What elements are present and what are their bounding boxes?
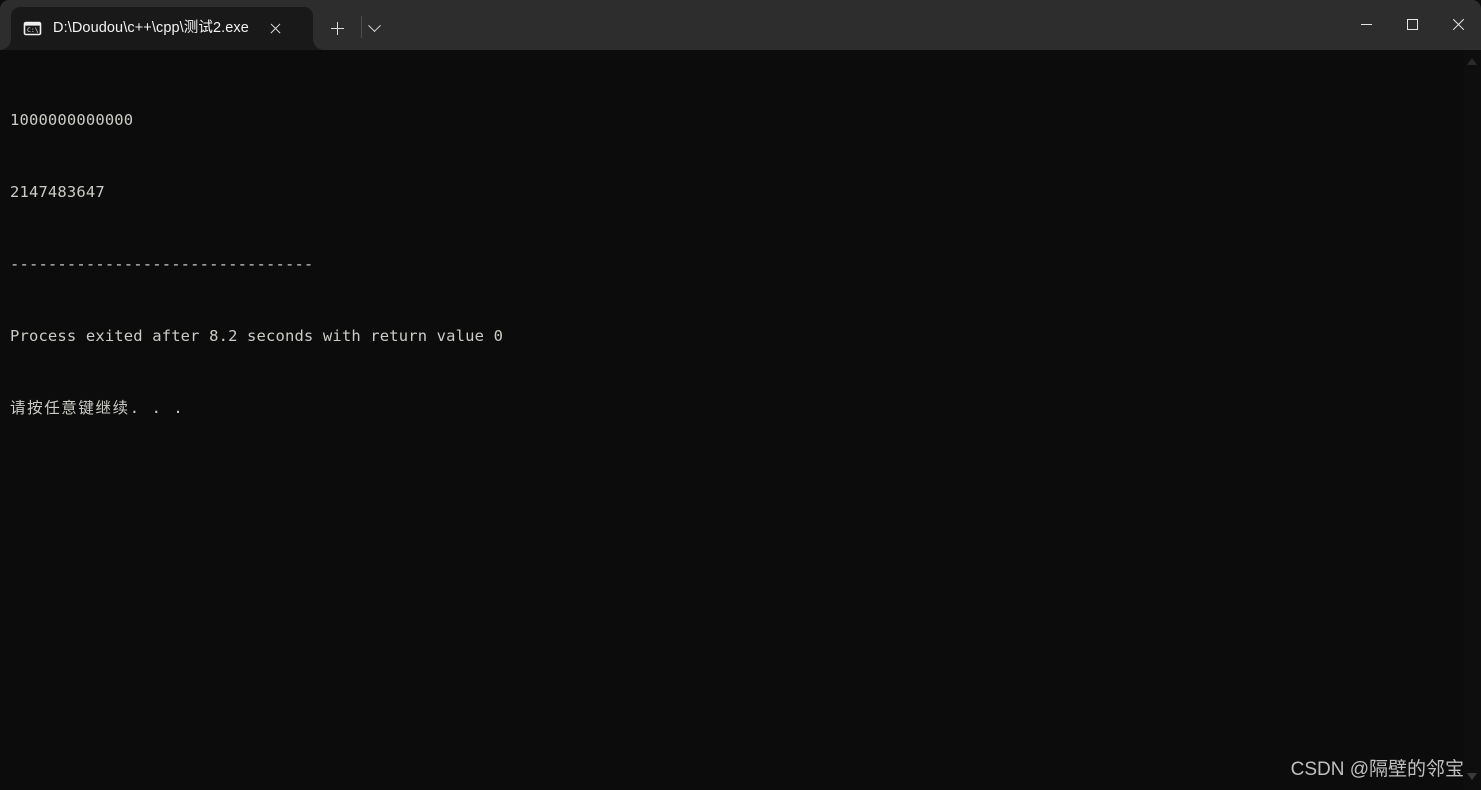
tab-title: D:\Doudou\c++\cpp\测试2.exe xyxy=(53,20,249,36)
tab-active-console[interactable]: C:\ D:\Doudou\c++\cpp\测试2.exe xyxy=(11,7,313,50)
console-line: 2147483647 xyxy=(10,183,105,201)
tab-list-dropdown-button[interactable] xyxy=(360,14,388,42)
svg-text:C:\: C:\ xyxy=(27,26,39,34)
plus-icon xyxy=(330,21,344,35)
minimize-button[interactable] xyxy=(1343,0,1389,48)
close-icon xyxy=(1452,18,1465,31)
console-output-area[interactable]: 1000000000000 2147483647 ---------------… xyxy=(0,50,1481,790)
watermark: CSDN @隔壁的邻宝 xyxy=(1290,759,1464,780)
close-icon xyxy=(270,23,281,34)
console-press-any-key-prompt: 请按任意键继续. . . xyxy=(10,399,185,417)
console-scrollbar[interactable] xyxy=(1464,50,1481,790)
console-line: 1000000000000 xyxy=(10,111,134,129)
console-exit-message: Process exited after 8.2 seconds with re… xyxy=(10,327,504,345)
title-bar[interactable]: C:\ D:\Doudou\c++\cpp\测试2.exe xyxy=(0,0,1481,50)
console-text-block: 1000000000000 2147483647 ---------------… xyxy=(10,60,503,468)
minimize-icon xyxy=(1360,23,1372,25)
console-separator-line: -------------------------------- xyxy=(10,255,314,273)
tab-close-button[interactable] xyxy=(261,15,289,43)
caret-up-icon[interactable] xyxy=(1467,58,1478,67)
maximize-button[interactable] xyxy=(1389,0,1435,48)
caret-down-icon[interactable] xyxy=(1467,773,1478,782)
chevron-down-icon xyxy=(367,18,381,32)
window-close-button[interactable] xyxy=(1435,0,1481,48)
window-controls xyxy=(1343,0,1481,48)
maximize-icon xyxy=(1406,18,1418,30)
new-tab-button[interactable] xyxy=(323,14,351,42)
cmd-console-icon: C:\ xyxy=(23,21,42,36)
terminal-window: C:\ D:\Doudou\c++\cpp\测试2.exe 1000000000… xyxy=(0,0,1481,790)
